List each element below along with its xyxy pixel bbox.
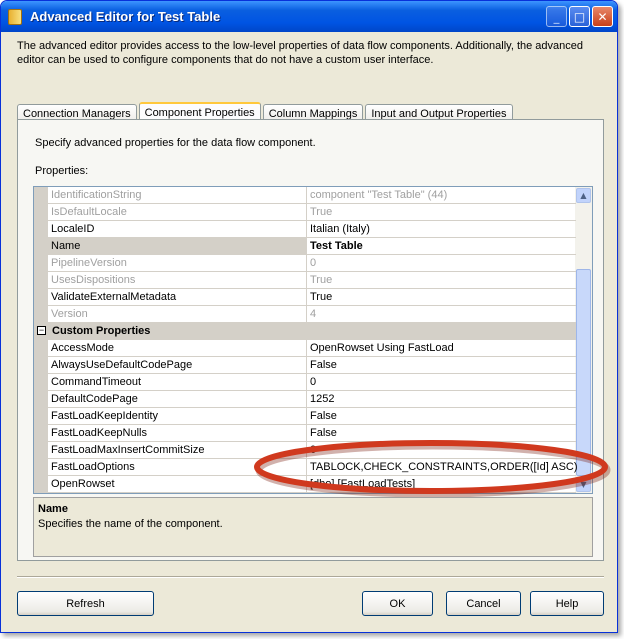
property-value[interactable]: True [306,289,576,305]
property-value[interactable]: False [306,357,576,373]
intro-text: The advanced editor provides access to t… [17,40,584,66]
panel-hint: Specify advanced properties for the data… [35,137,316,149]
scroll-up-icon[interactable]: ▲ [576,188,591,203]
category-custom-properties[interactable]: − Custom Properties [34,323,576,340]
property-value[interactable]: True [306,272,576,288]
vertical-scrollbar[interactable]: ▲ ▼ [575,187,592,493]
property-name: IsDefaultLocale [51,206,127,218]
property-name: FastLoadKeepNulls [51,427,148,439]
property-row[interactable]: UsesDispositions True [48,272,576,289]
property-name: AlwaysUseDefaultCodePage [51,359,193,371]
property-value[interactable]: 4 [306,306,576,322]
category-label: Custom Properties [52,325,151,337]
scrollbar-thumb[interactable] [576,269,591,476]
property-row[interactable]: FastLoadOptions TABLOCK,CHECK_CONSTRAINTS… [48,459,578,476]
property-row[interactable]: FastLoadMaxInsertCommitSize 0 [48,442,576,459]
property-row[interactable]: FastLoadKeepNulls False [48,425,576,442]
collapse-icon[interactable]: − [37,326,46,335]
property-value[interactable]: component "Test Table" (44) [306,187,576,203]
separator [17,576,604,578]
property-row[interactable]: PipelineVersion 0 [48,255,576,272]
scroll-down-icon[interactable]: ▼ [576,477,591,492]
property-row[interactable]: Name Test Table [48,238,576,255]
property-value[interactable]: TABLOCK,CHECK_CONSTRAINTS,ORDER([Id] ASC… [306,459,578,475]
property-value[interactable]: Italian (Italy) [306,221,576,237]
property-name: Version [51,308,88,320]
property-name: IdentificationString [51,189,142,201]
property-name: LocaleID [51,223,95,235]
property-name: CommandTimeout [51,376,142,388]
window-title: Advanced Editor for Test Table [30,9,221,24]
property-row[interactable]: AlwaysUseDefaultCodePage False [48,357,576,374]
property-row[interactable]: IdentificationString component "Test Tabl… [48,187,576,204]
ok-button[interactable]: OK [362,591,433,616]
refresh-button[interactable]: Refresh [17,591,154,616]
property-value[interactable]: OpenRowset Using FastLoad [306,340,576,356]
property-row[interactable]: OpenRowset [dbo].[FastLoadTests] [48,476,576,493]
property-value[interactable]: [dbo].[FastLoadTests] [306,476,576,492]
property-name: Name [48,238,306,254]
property-value[interactable]: False [306,425,576,441]
tab-panel: Specify advanced properties for the data… [17,119,604,561]
property-value[interactable]: True [306,204,576,220]
property-name: ValidateExternalMetadata [51,291,177,303]
property-name: DefaultCodePage [51,393,138,405]
description-pane: Name Specifies the name of the component… [33,497,593,557]
property-row[interactable]: CommandTimeout 0 [48,374,576,391]
property-row[interactable]: DefaultCodePage 1252 [48,391,576,408]
advanced-editor-window: Advanced Editor for Test Table _ □ ✕ The… [0,0,618,633]
property-value[interactable]: False [306,408,576,424]
property-value[interactable]: 0 [306,374,576,390]
maximize-button[interactable]: □ [569,6,590,27]
property-name: FastLoadOptions [51,461,135,473]
grid-margin [34,187,48,493]
property-value[interactable]: 1252 [306,391,576,407]
property-name: AccessMode [51,342,114,354]
app-icon [8,8,22,25]
property-row[interactable]: AccessMode OpenRowset Using FastLoad [48,340,576,357]
property-name: FastLoadKeepIdentity [51,410,159,422]
cancel-button[interactable]: Cancel [446,591,521,616]
close-button[interactable]: ✕ [592,6,613,27]
property-name: PipelineVersion [51,257,127,269]
properties-label: Properties: [35,165,89,177]
property-value[interactable]: 0 [306,442,576,458]
property-grid: ▲ ▼ IdentificationString component "Test … [33,186,593,494]
help-button[interactable]: Help [530,591,604,616]
property-row[interactable]: ValidateExternalMetadata True [48,289,576,306]
property-row[interactable]: FastLoadKeepIdentity False [48,408,576,425]
description-text: Specifies the name of the component. [38,518,223,530]
property-value[interactable]: Test Table [306,238,576,254]
property-value[interactable]: 0 [306,255,576,271]
property-name: UsesDispositions [51,274,136,286]
property-row[interactable]: Version 4 [48,306,576,323]
property-name: OpenRowset [51,478,115,490]
property-name: FastLoadMaxInsertCommitSize [51,444,205,456]
property-row[interactable]: LocaleID Italian (Italy) [48,221,576,238]
minimize-button[interactable]: _ [546,6,567,27]
description-title: Name [38,503,68,515]
title-bar[interactable]: Advanced Editor for Test Table _ □ ✕ [1,1,617,32]
property-row[interactable]: IsDefaultLocale True [48,204,576,221]
